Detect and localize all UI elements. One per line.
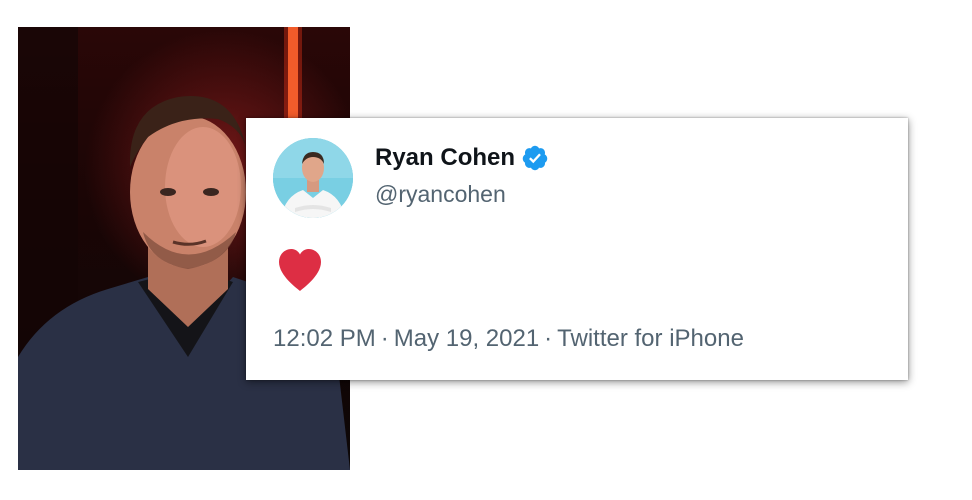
meta-separator: · <box>380 325 389 352</box>
user-handle[interactable]: @ryancohen <box>375 180 506 208</box>
tweet-meta: 12:02 PM · May 19, 2021 · Twitter for iPhone <box>273 324 744 354</box>
avatar-image <box>273 138 353 218</box>
avatar[interactable] <box>273 138 353 218</box>
tweet-card: Ryan Cohen @ryancohen 12:02 PM · May 19, 2… <box>246 118 908 380</box>
tweet-time[interactable]: 12:02 PM <box>273 325 376 352</box>
tweet-date[interactable]: May 19, 2021 <box>394 325 539 352</box>
meta-separator: · <box>544 325 553 352</box>
tweet-body <box>276 248 324 292</box>
verified-badge-icon <box>521 144 549 172</box>
name-row: Ryan Cohen <box>375 144 549 172</box>
heart-icon <box>276 248 324 292</box>
tweet-source[interactable]: Twitter for iPhone <box>557 325 744 352</box>
display-name[interactable]: Ryan Cohen <box>375 144 515 172</box>
